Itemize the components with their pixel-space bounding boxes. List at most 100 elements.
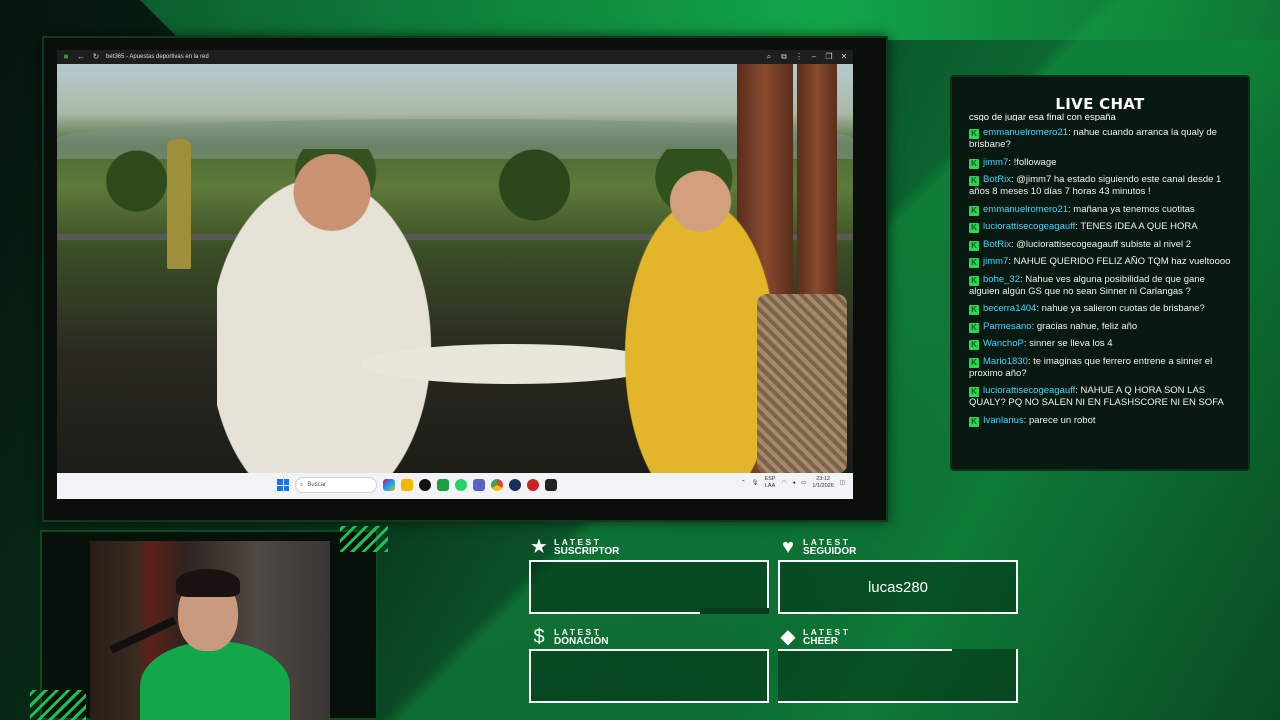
chat-username[interactable]: luciorattisecogeagauff xyxy=(983,385,1075,396)
latest-suscriptor-box xyxy=(529,560,769,614)
chat-message: K BotRix: @luciorattisecogeagauff subiste… xyxy=(969,239,1237,251)
volume-icon[interactable]: ◂ xyxy=(792,480,795,486)
chat-username[interactable]: BotRix xyxy=(983,174,1011,185)
teams-icon[interactable] xyxy=(473,479,485,491)
app-icon-dark[interactable] xyxy=(545,479,557,491)
chat-message: Kluciorattisecogeagauff: TENES IDEA A QU… xyxy=(969,221,1237,233)
clock-time: 23:12 xyxy=(816,476,830,482)
chat-text: : @luciorattisecogeagauff subiste al niv… xyxy=(1010,238,1192,250)
chat-message: Kjimm7: !followage xyxy=(969,157,1237,169)
live-chat-panel: LIVE CHAT csgo de jugar esa final con es… xyxy=(950,75,1250,471)
chat-username[interactable]: luciorattisecogeagauff xyxy=(983,221,1075,232)
streamer-hair xyxy=(176,569,240,597)
extension-icon[interactable]: ⧉ xyxy=(779,50,789,64)
zoom-icon[interactable]: ⌕ xyxy=(764,50,774,64)
copilot-icon[interactable] xyxy=(383,479,395,491)
chat-username[interactable]: becerra1404 xyxy=(983,303,1036,314)
chat-username[interactable]: WanchoP xyxy=(983,338,1024,349)
chat-text: : NAHUE QUERIDO FELIZ AÑO TQM haz vuelto… xyxy=(1008,256,1231,267)
chat-username[interactable]: emmanuelromero21 xyxy=(983,127,1068,138)
kick-badge-icon: K xyxy=(969,340,979,350)
kick-badge-icon: K xyxy=(969,176,979,186)
video-content[interactable] xyxy=(57,64,853,473)
chat-username[interactable]: jimm7 xyxy=(983,157,1008,168)
latest-seguidor-box: lucas280 xyxy=(778,560,1018,614)
latest-donacion-label: $ LATEST DONACIÓN xyxy=(528,627,608,647)
kick-badge-icon: K xyxy=(969,357,979,368)
chat-username[interactable]: BotRix xyxy=(983,239,1011,250)
kick-badge-icon: K xyxy=(969,275,979,286)
chat-username[interactable]: Parmesano xyxy=(983,321,1032,332)
microphone-icon[interactable]: 🎙 xyxy=(752,480,759,486)
kick-badge-icon: K xyxy=(969,305,979,315)
kick-badge-icon: K xyxy=(969,258,979,268)
app-icon-red[interactable] xyxy=(527,479,539,491)
video-woman xyxy=(607,164,777,473)
whatsapp-icon[interactable] xyxy=(455,479,467,491)
kick-badge-icon: K xyxy=(969,416,979,427)
chat-message: K WanchoP: sinner se lleva los 4 xyxy=(969,338,1237,350)
chat-username[interactable]: Ivanlanus xyxy=(983,415,1024,426)
chrome-icon[interactable] xyxy=(491,479,503,491)
back-icon[interactable]: ← xyxy=(76,50,86,64)
more-icon[interactable]: ⋮ xyxy=(794,50,804,64)
webcam-feed xyxy=(90,541,330,720)
taskbar-search[interactable]: ⌕ Buscar xyxy=(295,477,377,493)
wifi-icon[interactable]: ◠ xyxy=(782,480,787,486)
chat-text: : sinner se lleva los 4 xyxy=(1023,338,1113,349)
heart-icon: ♥ xyxy=(782,536,794,558)
chat-message: K Ivanlanus: parece un robot xyxy=(969,415,1237,427)
reload-icon[interactable]: ↻ xyxy=(91,50,101,64)
minimize-icon[interactable]: – xyxy=(809,50,819,64)
kick-badge-icon: K xyxy=(969,322,979,333)
box-border-gap xyxy=(700,608,769,614)
clock-date: 1/1/2026 xyxy=(812,483,834,489)
star-icon: ★ xyxy=(530,536,548,558)
label-big: CHEER xyxy=(803,636,839,647)
chat-username[interactable]: emmanuelromero21 xyxy=(983,204,1068,215)
kick-badge-icon: K xyxy=(969,240,979,251)
video-man xyxy=(217,154,447,473)
chevron-up-icon[interactable]: ⌃ xyxy=(741,480,746,486)
chat-message: Kemmanuelromero21: mañana ya tenemos cuo… xyxy=(969,204,1237,216)
kick-badge-icon: K xyxy=(969,129,979,139)
latest-seguidor-label: ♥ LATEST SEGUIDOR xyxy=(777,537,856,557)
kick-badge-icon: K xyxy=(969,158,979,169)
chat-message: Kbecerra1404: nahue ya salieron cuotas d… xyxy=(969,303,1237,315)
label-big: SUSCRIPTOR xyxy=(554,546,620,557)
chat-message: K BotRix: @jimm7 ha estado siguiendo este… xyxy=(969,174,1237,198)
taskbar-tray: ⌃ 🎙 ESP LAA ◠ ◂ ▭ 23:12 1/1/2026 ◫ xyxy=(741,476,845,490)
chat-message-list: Kemmanuelromero21: nahue cuando arranca … xyxy=(969,127,1237,427)
latest-cheer-box xyxy=(778,649,1018,703)
chat-text: : mañana ya tenemos cuotitas xyxy=(1068,203,1195,215)
chat-text: : !followage xyxy=(1008,156,1057,168)
label-big: DONACIÓN xyxy=(554,636,609,647)
chat-username[interactable]: bohe_32 xyxy=(983,274,1020,285)
lang-bottom: LAA xyxy=(764,483,776,489)
windows-taskbar: ⌕ Buscar ⌃ 🎙 ESP LAA ◠ ◂ ▭ 23:12 1/1/202… xyxy=(57,473,853,499)
chat-partial-message: csgo de jugar esa final con españa xyxy=(969,112,1116,121)
windows-start-icon[interactable] xyxy=(277,479,289,491)
language-indicator[interactable]: ESP LAA xyxy=(765,476,776,490)
chat-username[interactable]: jimm7 xyxy=(983,256,1008,267)
notification-icon[interactable]: ◫ xyxy=(840,480,845,486)
chat-messages[interactable]: csgo de jugar esa final con españa Kemma… xyxy=(969,112,1237,432)
label-big: SEGUIDOR xyxy=(803,546,857,557)
diamond-icon: ◆ xyxy=(780,626,796,648)
app-icon: ■ xyxy=(63,52,69,61)
bet365-app-icon[interactable] xyxy=(437,479,449,491)
battery-icon[interactable]: ▭ xyxy=(801,480,806,486)
latest-cheer-label: ◆ LATEST CHEER xyxy=(777,627,850,647)
tiktok-icon[interactable] xyxy=(419,479,431,491)
close-icon[interactable]: ✕ xyxy=(839,50,849,64)
chat-message: K Mario1830: te imaginas que ferrero entr… xyxy=(969,356,1237,380)
file-explorer-icon[interactable] xyxy=(401,479,413,491)
restore-icon[interactable]: ❐ xyxy=(824,50,834,64)
clock[interactable]: 23:12 1/1/2026 xyxy=(812,476,833,490)
chat-message: Kbohe_32: Nahue ves alguna posibilidad d… xyxy=(969,274,1237,298)
chat-message: Kluciorattisecogeagauff: NAHUE A Q HORA … xyxy=(969,385,1237,409)
app-icon-blue[interactable] xyxy=(509,479,521,491)
chat-username[interactable]: Mario1830 xyxy=(983,356,1028,367)
latest-donacion-value xyxy=(531,651,767,701)
chat-message: Kemmanuelromero21: nahue cuando arranca … xyxy=(969,127,1237,151)
